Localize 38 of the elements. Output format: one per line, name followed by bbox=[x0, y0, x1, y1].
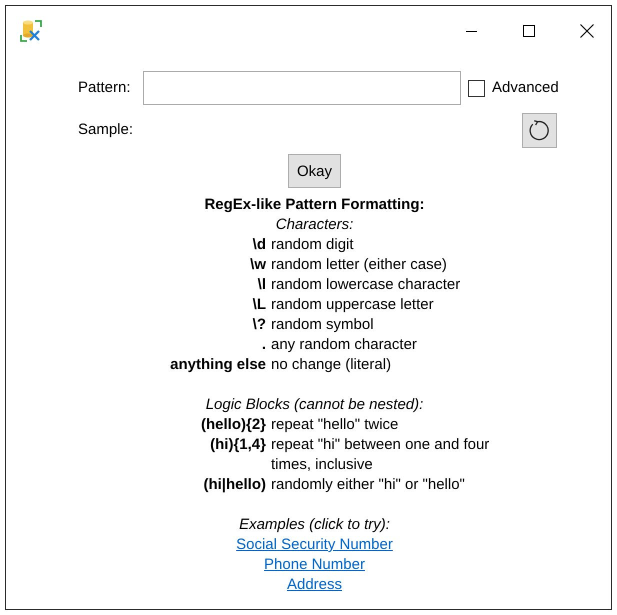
advanced-checkbox[interactable] bbox=[468, 80, 485, 96]
minimize-icon bbox=[466, 30, 476, 32]
section-heading: Characters: bbox=[276, 215, 354, 235]
example-link[interactable]: Address bbox=[286, 575, 342, 595]
token-description: no change (literal) bbox=[271, 355, 392, 375]
database-tools-icon bbox=[20, 19, 42, 43]
pattern-input[interactable] bbox=[143, 71, 461, 105]
token-description: random symbol bbox=[271, 315, 374, 335]
token-description: random lowercase character bbox=[271, 275, 460, 295]
pattern-token: . bbox=[262, 335, 266, 355]
example-link[interactable]: Social Security Number bbox=[236, 535, 393, 555]
refresh-button[interactable] bbox=[522, 112, 557, 148]
pattern-token: \? bbox=[252, 315, 266, 335]
pattern-token: (hello){2} bbox=[200, 415, 266, 435]
pattern-token: \L bbox=[252, 295, 266, 315]
sample-label: Sample: bbox=[78, 120, 134, 140]
token-description: random uppercase letter bbox=[271, 295, 434, 315]
pattern-label: Pattern: bbox=[78, 78, 131, 98]
pattern-token: anything else bbox=[170, 355, 266, 375]
pattern-token: \w bbox=[250, 255, 266, 275]
maximize-icon bbox=[523, 25, 535, 37]
token-description: any random character bbox=[271, 335, 417, 355]
pattern-token: (hi|hello) bbox=[203, 475, 266, 495]
section-heading: Logic Blocks (cannot be nested): bbox=[206, 395, 424, 415]
pattern-token: \l bbox=[258, 275, 266, 295]
pattern-token: (hi){1,4} bbox=[210, 435, 266, 455]
okay-button[interactable]: Okay bbox=[288, 154, 341, 188]
token-description: repeat "hello" twice bbox=[271, 415, 398, 435]
examples-heading: Examples (click to try): bbox=[239, 515, 390, 535]
help-title: RegEx-like Pattern Formatting: bbox=[204, 195, 425, 215]
example-link[interactable]: Phone Number bbox=[264, 555, 365, 575]
refresh-icon bbox=[529, 120, 550, 140]
pattern-token: \d bbox=[252, 235, 266, 255]
token-description: random digit bbox=[271, 235, 354, 255]
token-description: random letter (either case) bbox=[271, 255, 447, 275]
advanced-label: Advanced bbox=[492, 78, 559, 98]
token-description: randomly either "hi" or "hello" bbox=[271, 475, 465, 495]
close-icon bbox=[580, 24, 594, 38]
